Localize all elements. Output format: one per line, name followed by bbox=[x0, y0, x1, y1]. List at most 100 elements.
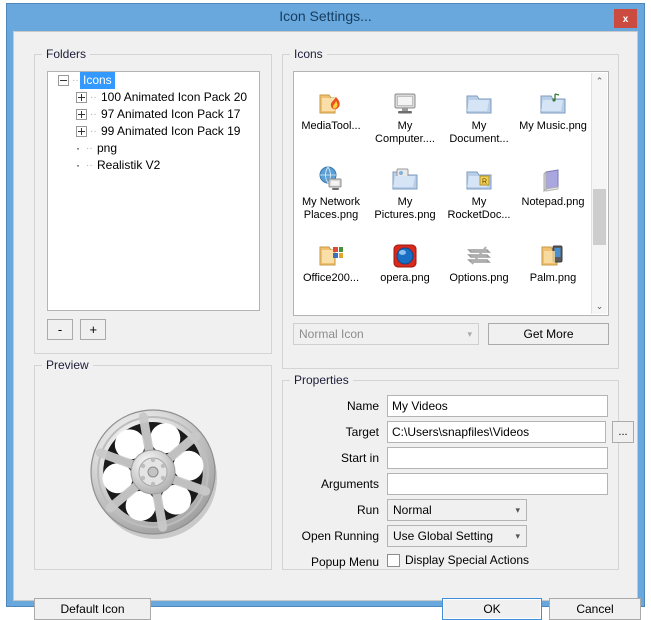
icon-item[interactable]: R My RocketDoc... bbox=[442, 154, 516, 230]
expand-icon[interactable] bbox=[76, 92, 87, 103]
ok-button[interactable]: OK bbox=[442, 598, 542, 620]
name-input[interactable] bbox=[387, 395, 608, 417]
default-icon-button[interactable]: Default Icon bbox=[34, 598, 151, 620]
target-row: Target ... bbox=[283, 421, 634, 443]
dialog-window: Icon Settings... x Folders ·· Icons ·· 1… bbox=[6, 3, 645, 620]
tree-connector: ·· bbox=[72, 75, 79, 86]
tree-item-icons[interactable]: ·· Icons bbox=[48, 72, 259, 89]
tree-item-png[interactable]: · ·· png bbox=[48, 140, 259, 157]
icons-list[interactable]: MediaTool... My Computer.... My Document… bbox=[293, 71, 609, 316]
tree-connector: ·· bbox=[90, 126, 97, 137]
folder-actions: - + bbox=[47, 319, 110, 340]
icon-type-select[interactable]: Normal Icon ▾ bbox=[293, 323, 479, 345]
folders-tree[interactable]: ·· Icons ·· 100 Animated Icon Pack 20 ··… bbox=[47, 71, 260, 311]
icon-item-label: Palm.png bbox=[529, 272, 577, 284]
chevron-down-icon: ▾ bbox=[467, 329, 472, 339]
tree-item-realistik-v2[interactable]: · ·· Realistik V2 bbox=[48, 157, 259, 174]
options-sliders-icon bbox=[442, 230, 516, 270]
close-icon[interactable]: x bbox=[614, 9, 637, 28]
popup-menu-label: Popup Menu bbox=[310, 555, 379, 569]
name-row: Name bbox=[283, 395, 618, 417]
tree-item-label: 99 Animated Icon Pack 19 bbox=[101, 124, 241, 138]
icon-item[interactable]: opera.png bbox=[368, 230, 442, 306]
icon-item[interactable]: My Document... bbox=[442, 78, 516, 154]
start-in-input[interactable] bbox=[387, 447, 608, 469]
folder-flame-icon bbox=[294, 78, 368, 118]
icon-item[interactable]: My Network Places.png bbox=[294, 154, 368, 230]
chevron-down-icon: ▾ bbox=[515, 531, 520, 541]
preview-area bbox=[36, 376, 270, 568]
expand-icon[interactable] bbox=[76, 109, 87, 120]
tree-item-label: png bbox=[97, 141, 118, 155]
icon-type-value: Normal Icon bbox=[299, 327, 364, 341]
folders-group: Folders ·· Icons ·· 100 Animated Icon Pa… bbox=[34, 47, 272, 354]
add-folder-button[interactable]: + bbox=[80, 319, 107, 340]
tree-item-pack-99[interactable]: ·· 99 Animated Icon Pack 19 bbox=[48, 123, 259, 140]
dialog-client-area: Folders ·· Icons ·· 100 Animated Icon Pa… bbox=[13, 31, 641, 620]
properties-legend: Properties bbox=[290, 373, 353, 387]
icon-item-label: Office200... bbox=[302, 272, 360, 284]
icon-item[interactable] bbox=[516, 306, 590, 315]
display-special-actions-checkbox[interactable]: Display Special Actions bbox=[387, 553, 529, 567]
arguments-label: Arguments bbox=[320, 477, 379, 491]
target-input[interactable] bbox=[387, 421, 606, 443]
icon-item[interactable]: Options.png bbox=[442, 230, 516, 306]
open-running-select[interactable]: Use Global Setting ▾ bbox=[387, 525, 527, 547]
icon-item-label: MediaTool... bbox=[301, 120, 361, 132]
tree-item-pack-97[interactable]: ·· 97 Animated Icon Pack 17 bbox=[48, 106, 259, 123]
folder-palm-icon bbox=[516, 230, 590, 270]
icon-item[interactable]: My Computer.... bbox=[368, 78, 442, 154]
tree-connector: ·· bbox=[86, 143, 93, 154]
icons-group: Icons MediaTool... My Computer.... My Do… bbox=[282, 47, 619, 369]
network-globe-icon bbox=[294, 154, 368, 194]
icon-item-label: My RocketDoc... bbox=[447, 196, 511, 221]
title-bar: Icon Settings... x bbox=[7, 4, 644, 31]
icon-item[interactable]: My Music.png bbox=[516, 78, 590, 154]
tree-connector: ·· bbox=[90, 92, 97, 103]
icon-item-label: Notepad.png bbox=[521, 196, 585, 208]
icon-item[interactable] bbox=[442, 306, 516, 315]
icon-item[interactable]: Notepad.png bbox=[516, 154, 590, 230]
scroll-down-icon[interactable]: ⌄ bbox=[592, 298, 607, 314]
tree-item-pack-100[interactable]: ·· 100 Animated Icon Pack 20 bbox=[48, 89, 259, 106]
icons-scrollbar[interactable]: ⌃ ⌄ bbox=[591, 73, 607, 314]
monitor-icon bbox=[368, 78, 442, 118]
folder-pictures-icon bbox=[368, 154, 442, 194]
collapse-icon[interactable] bbox=[58, 75, 69, 86]
tree-item-label: Icons bbox=[80, 72, 115, 89]
cancel-button[interactable]: Cancel bbox=[549, 598, 641, 620]
icon-item-label: opera.png bbox=[380, 272, 430, 284]
icon-item[interactable]: My Pictures.png bbox=[368, 154, 442, 230]
chevron-down-icon: ▾ bbox=[515, 505, 520, 515]
tree-item-label: 97 Animated Icon Pack 17 bbox=[101, 107, 241, 121]
run-row: Run Normal ▾ bbox=[283, 499, 618, 521]
window-title: Icon Settings... bbox=[279, 8, 372, 24]
start-in-row: Start in bbox=[283, 447, 618, 469]
preview-legend: Preview bbox=[42, 358, 93, 372]
preview-group: Preview bbox=[34, 358, 272, 570]
popup-menu-row: Popup Menu Display Special Actions bbox=[283, 551, 618, 573]
recycle-bin-icon bbox=[516, 306, 590, 315]
icon-item[interactable]: Office200... bbox=[294, 230, 368, 306]
tree-connector: ·· bbox=[86, 160, 93, 171]
arguments-input[interactable] bbox=[387, 473, 608, 495]
open-running-label: Open Running bbox=[301, 529, 379, 543]
tree-connector: ·· bbox=[90, 109, 97, 120]
icon-item[interactable] bbox=[294, 306, 368, 315]
expand-icon[interactable] bbox=[76, 126, 87, 137]
browse-target-button[interactable]: ... bbox=[612, 421, 634, 443]
target-label: Target bbox=[345, 425, 379, 439]
folder-office-icon bbox=[294, 230, 368, 270]
scroll-up-icon[interactable]: ⌃ bbox=[592, 73, 607, 89]
get-more-button[interactable]: Get More bbox=[488, 323, 609, 345]
folder-rocketdock-icon: R bbox=[442, 154, 516, 194]
remove-folder-button[interactable]: - bbox=[47, 319, 73, 340]
run-select[interactable]: Normal ▾ bbox=[387, 499, 527, 521]
icon-item[interactable]: MediaTool... bbox=[294, 78, 368, 154]
svg-text:R: R bbox=[482, 179, 487, 186]
tree-connector: · bbox=[76, 158, 80, 172]
icon-item[interactable] bbox=[368, 306, 442, 315]
checkbox-box[interactable] bbox=[387, 553, 400, 567]
icon-item[interactable]: Palm.png bbox=[516, 230, 590, 306]
scrollbar-thumb[interactable] bbox=[593, 189, 606, 245]
